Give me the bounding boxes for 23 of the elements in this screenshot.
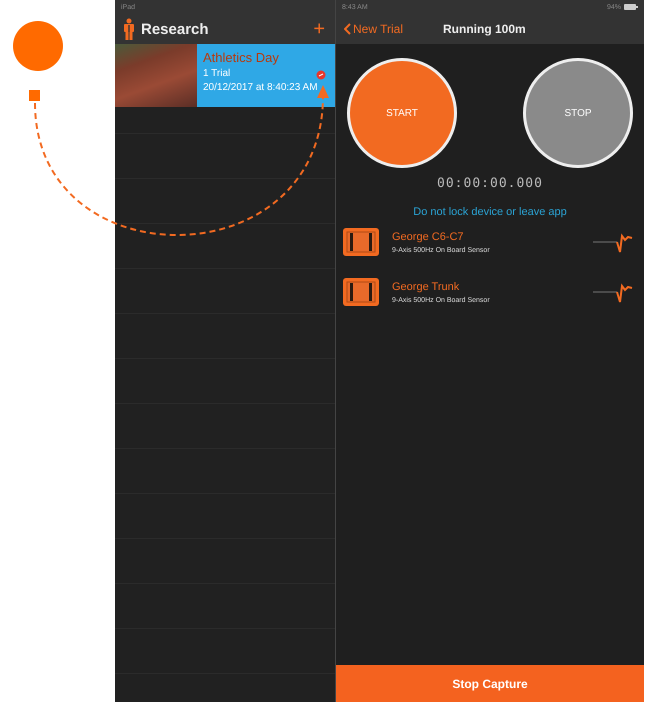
sensor-icon <box>343 278 379 306</box>
trial-count: 1 Trial <box>203 68 230 79</box>
record-icon <box>316 70 326 80</box>
stop-button[interactable]: STOP <box>523 58 633 168</box>
timer-display: 00:00:00.000 <box>436 176 544 191</box>
trial-date: 20/12/2017 at 8:40:23 AM <box>203 82 318 93</box>
sensor-name: George Trunk <box>392 280 460 292</box>
trial-title: Athletics Day <box>203 50 279 65</box>
sensor-name: George C6-C7 <box>392 230 465 242</box>
battery-icon <box>624 4 638 10</box>
chevron-left-icon <box>344 23 351 35</box>
figure-logo-icon <box>123 18 135 40</box>
trial-card[interactable]: Athletics Day 1 Trial 20/12/2017 at 8:40:23 AM <box>197 44 335 107</box>
sidebar-title: Research <box>141 20 209 38</box>
sensor-icon <box>343 228 379 256</box>
add-button[interactable]: + <box>311 19 327 39</box>
circle-marker <box>13 21 63 71</box>
square-marker <box>29 90 40 101</box>
start-button[interactable]: START <box>347 58 457 168</box>
warning-message: Do not lock device or leave app <box>412 206 568 218</box>
stop-capture-button[interactable]: Stop Capture <box>336 665 644 702</box>
screen-title: Running 100m <box>443 22 526 36</box>
back-button[interactable]: New Trial <box>344 22 404 36</box>
